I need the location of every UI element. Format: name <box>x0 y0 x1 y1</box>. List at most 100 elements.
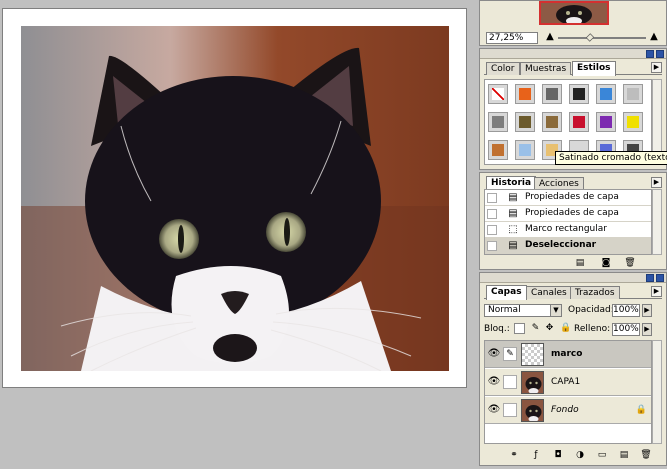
styles-panel-titlebar[interactable] <box>480 49 666 59</box>
style-swatch[interactable] <box>569 112 589 132</box>
adjustment-layer-icon[interactable]: ◑ <box>574 450 586 460</box>
visibility-eye-icon[interactable]: 👁 <box>487 376 501 388</box>
minimize-icon[interactable] <box>646 274 654 282</box>
tab-capas[interactable]: Capas <box>486 285 527 300</box>
style-swatch[interactable] <box>488 112 508 132</box>
chevron-down-icon[interactable]: ▼ <box>550 305 561 316</box>
tab-estilos[interactable]: Estilos <box>572 61 616 76</box>
new-group-icon[interactable]: ▭ <box>596 450 608 460</box>
layer-mask-icon[interactable]: ◘ <box>552 450 564 460</box>
minimize-icon[interactable] <box>646 50 654 58</box>
history-footer: ▤ ◙ 🗑 <box>570 258 660 268</box>
navigator-panel: 27,25% ▲ ▲ <box>479 0 667 46</box>
visibility-eye-icon[interactable]: 👁 <box>487 404 501 416</box>
layer-name[interactable]: Fondo <box>551 405 579 415</box>
link-layers-icon[interactable]: ⚭ <box>508 450 520 460</box>
lock-row: Bloq.: ✎ ✥ 🔒 Relleno: 100% ▶ <box>484 323 662 336</box>
snapshot-icon[interactable]: ◙ <box>600 258 612 268</box>
history-source-checkbox[interactable] <box>487 209 497 219</box>
lock-all-icon[interactable]: 🔒 <box>560 323 571 334</box>
fill-arrow-icon[interactable]: ▶ <box>642 323 652 336</box>
style-swatch[interactable] <box>515 112 535 132</box>
history-menu-icon[interactable]: ▶ <box>651 177 662 188</box>
style-swatch[interactable] <box>596 84 616 104</box>
zoom-level-field[interactable]: 27,25% <box>486 32 538 44</box>
style-swatch[interactable] <box>623 84 643 104</box>
brush-icon[interactable]: ✎ <box>503 347 517 361</box>
blend-mode-value: Normal <box>488 305 521 315</box>
layer-thumbnail <box>521 399 544 422</box>
style-swatch[interactable] <box>569 84 589 104</box>
zoom-slider[interactable] <box>558 37 646 39</box>
opacity-label: Opacidad: <box>568 305 614 315</box>
layer-link-box[interactable] <box>503 403 517 417</box>
navigator-zoom-controls: 27,25% ▲ ▲ <box>486 32 662 44</box>
close-icon[interactable] <box>656 274 664 282</box>
layers-panel: Capas Canales Trazados ▶ Normal ▼ Opacid… <box>479 272 667 466</box>
new-document-from-state-icon[interactable]: ▤ <box>574 258 586 268</box>
style-swatch[interactable] <box>488 84 508 104</box>
history-item[interactable]: ⬚ Marco rectangular <box>485 222 651 238</box>
layers-scrollbar[interactable] <box>652 340 662 444</box>
style-swatch-preview <box>546 88 558 100</box>
opacity-arrow-icon[interactable]: ▶ <box>642 304 652 317</box>
document-canvas[interactable] <box>0 0 478 469</box>
cat-photo <box>21 26 449 371</box>
layers-menu-icon[interactable]: ▶ <box>651 286 662 297</box>
style-swatch[interactable] <box>542 112 562 132</box>
history-item[interactable]: ▤ Deseleccionar <box>485 238 651 254</box>
lock-transparency-icon[interactable] <box>514 323 525 334</box>
trash-icon[interactable]: 🗑 <box>624 258 636 268</box>
style-swatch-preview <box>573 88 585 100</box>
style-swatch-preview <box>600 116 612 128</box>
layer-row[interactable]: 👁 Fondo 🔒 <box>485 397 651 424</box>
history-source-checkbox[interactable] <box>487 225 497 235</box>
history-source-checkbox[interactable] <box>487 241 497 251</box>
style-swatch[interactable] <box>623 112 643 132</box>
zoom-in-icon[interactable]: ▲ <box>648 32 660 44</box>
zoom-out-icon[interactable]: ▲ <box>544 32 556 44</box>
style-swatch-preview <box>600 88 612 100</box>
tab-color[interactable]: Color <box>486 62 520 75</box>
lock-brush-icon[interactable]: ✎ <box>530 323 541 334</box>
panel-dock: 27,25% ▲ ▲ Color Muestras Estilos ▶ Hist… <box>479 0 667 469</box>
lock-label: Bloq.: <box>484 324 510 334</box>
new-layer-icon[interactable]: ▤ <box>618 450 630 460</box>
style-swatch[interactable] <box>515 84 535 104</box>
layer-row[interactable]: 👁 CAPA1 <box>485 369 651 396</box>
tab-muestras[interactable]: Muestras <box>520 62 572 75</box>
lock-move-icon[interactable]: ✥ <box>544 323 555 334</box>
layer-name[interactable]: CAPA1 <box>551 377 580 387</box>
panel-menu-icon[interactable]: ▶ <box>651 62 662 73</box>
history-scrollbar[interactable] <box>652 189 662 255</box>
history-item-label: Propiedades de capa <box>525 192 619 202</box>
fill-input[interactable]: 100% <box>612 323 640 336</box>
navigator-thumbnail[interactable] <box>539 1 609 25</box>
history-item[interactable]: ▤ Propiedades de capa <box>485 206 651 222</box>
cat-photo-image <box>21 26 449 371</box>
layer-link-box[interactable] <box>503 375 517 389</box>
layers-panel-titlebar[interactable] <box>480 273 666 283</box>
tab-canales[interactable]: Canales <box>526 286 572 299</box>
layers-list: 👁 ✎ marco 👁 CAPA1 👁 Fondo 🔒 <box>484 340 652 444</box>
opacity-input[interactable]: 100% <box>612 304 640 317</box>
layer-name[interactable]: marco <box>551 349 582 359</box>
visibility-eye-icon[interactable]: 👁 <box>487 348 501 360</box>
style-swatch[interactable] <box>488 140 508 160</box>
layer-row[interactable]: 👁 ✎ marco <box>485 341 651 368</box>
zoom-slider-knob[interactable] <box>585 33 595 42</box>
history-source-checkbox[interactable] <box>487 193 497 203</box>
layer-thumbnail <box>521 371 544 394</box>
style-swatch[interactable] <box>596 112 616 132</box>
style-swatch[interactable] <box>542 84 562 104</box>
tab-trazados[interactable]: Trazados <box>570 286 620 299</box>
close-icon[interactable] <box>656 50 664 58</box>
blend-mode-select[interactable]: Normal ▼ <box>484 304 562 317</box>
layer-style-icon[interactable]: ƒ <box>530 450 542 460</box>
style-swatch-preview <box>519 88 531 100</box>
doc-icon: ▤ <box>508 192 518 203</box>
style-swatch-preview <box>492 116 504 128</box>
delete-layer-icon[interactable]: 🗑 <box>640 450 652 460</box>
history-item[interactable]: ▤ Propiedades de capa <box>485 190 651 206</box>
style-swatch[interactable] <box>515 140 535 160</box>
